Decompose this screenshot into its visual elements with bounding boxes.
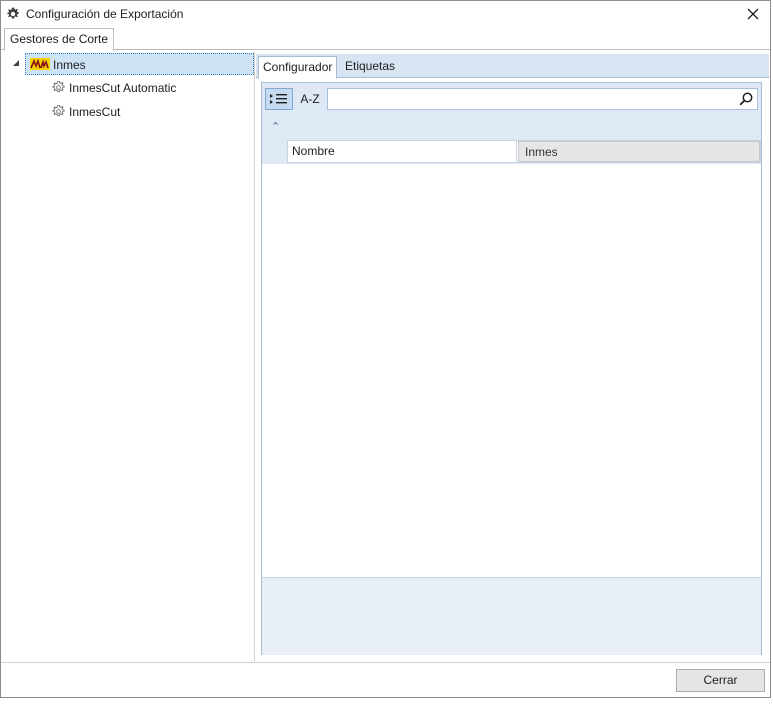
tab-gestores-de-corte[interactable]: Gestores de Corte: [4, 28, 115, 51]
title-bar: Configuración de Exportación: [1, 1, 770, 27]
tab-etiquetas[interactable]: Etiquetas: [341, 56, 399, 77]
property-name: Nombre: [288, 141, 517, 162]
property-row[interactable]: Nombre Inmes: [287, 140, 761, 163]
footer-divider: [1, 662, 770, 663]
gear-icon: [6, 7, 20, 19]
tree-item-inmescut[interactable]: InmesCut: [49, 101, 249, 123]
gear-icon: [52, 104, 65, 117]
tab-configurador[interactable]: Configurador: [258, 56, 338, 79]
export-config-window: Configuración de Exportación Gestores de…: [0, 0, 771, 698]
inmes-logo-icon: [30, 58, 50, 70]
tree-item-inmescut-automatic[interactable]: InmesCut Automatic: [49, 77, 249, 99]
expand-arrow-icon[interactable]: [12, 59, 20, 67]
tree-item-inmes[interactable]: Inmes: [25, 53, 254, 75]
window-title: Configuración de Exportación: [26, 7, 184, 21]
property-value[interactable]: Inmes: [518, 141, 760, 162]
close-icon: [747, 8, 759, 20]
tree-item-label: InmesCut Automatic: [69, 81, 177, 95]
cut-managers-tree: Inmes InmesCut Automatic InmesCut: [3, 51, 255, 661]
inner-tab-strip: Configurador Etiquetas: [256, 54, 769, 79]
details-pane: Configurador Etiquetas A-Z ⌃ Nombre Inme…: [256, 52, 769, 662]
property-search-input[interactable]: [327, 88, 758, 110]
alphabetical-view-button[interactable]: A-Z: [296, 88, 324, 110]
collapse-category-icon[interactable]: ⌃: [271, 120, 280, 133]
gear-icon: [52, 80, 65, 93]
cerrar-button[interactable]: Cerrar: [676, 669, 765, 692]
close-window-button[interactable]: [740, 2, 766, 26]
categorized-view-button[interactable]: [265, 88, 293, 110]
top-tab-strip: Gestores de Corte: [1, 27, 770, 51]
search-icon: [739, 92, 753, 106]
property-category-band: ⌃ Nombre Inmes: [262, 114, 761, 164]
property-description-panel: [262, 577, 761, 655]
property-grid: A-Z ⌃ Nombre Inmes: [261, 82, 762, 655]
tree-item-label: Inmes: [53, 58, 86, 72]
categorized-icon: [270, 94, 287, 104]
property-grid-toolbar: A-Z: [262, 83, 761, 114]
tree-item-label: InmesCut: [69, 105, 121, 119]
